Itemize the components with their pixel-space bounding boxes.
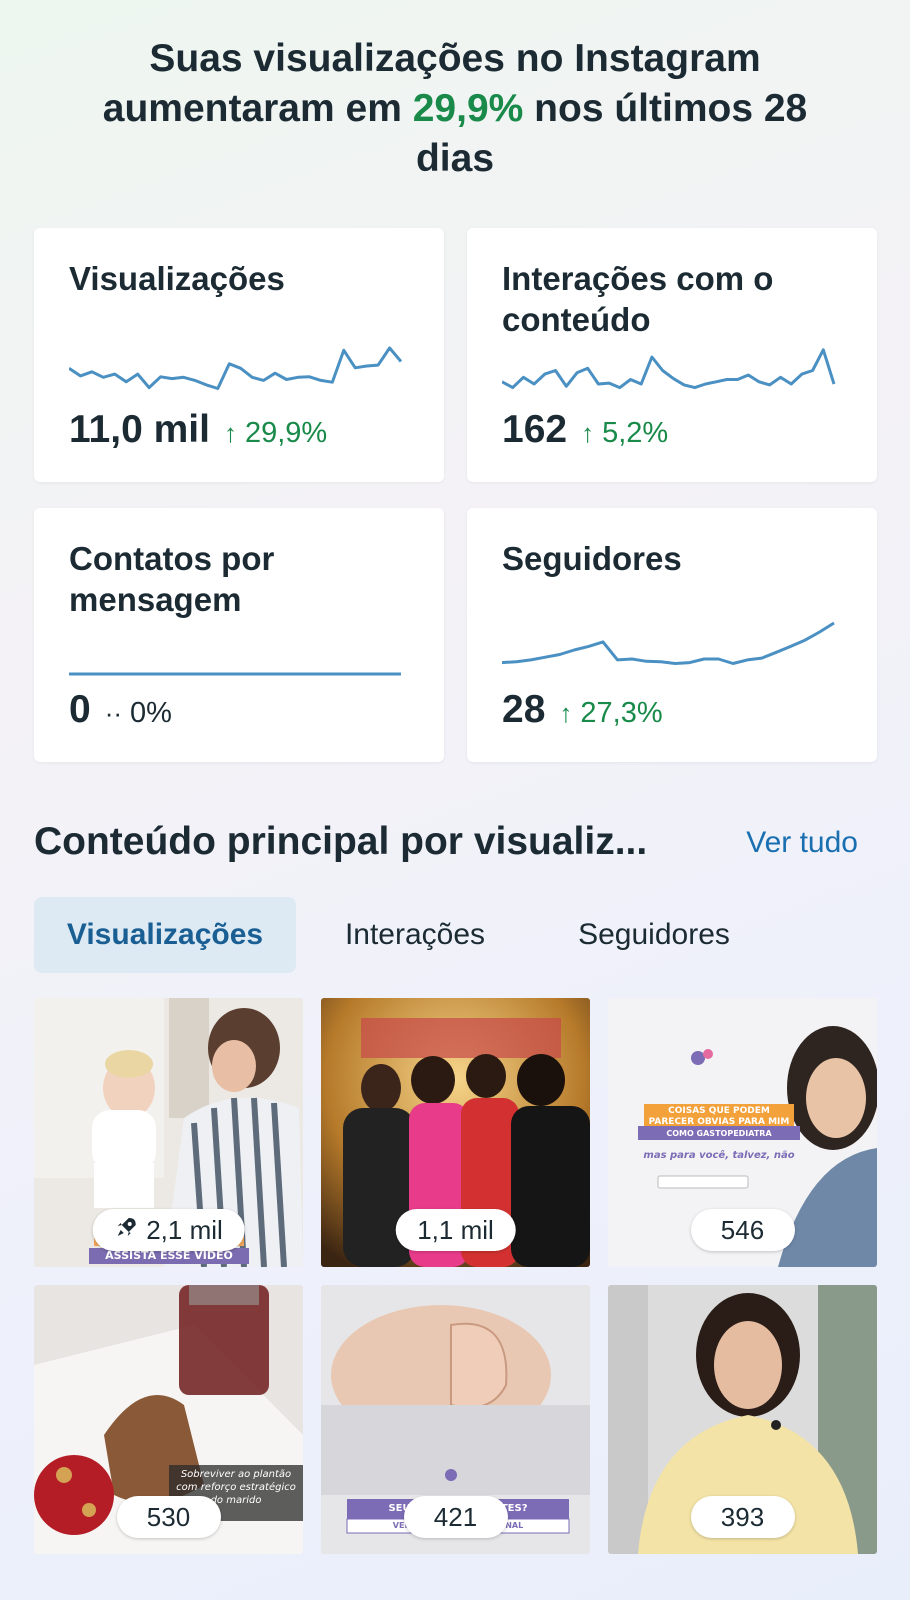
metric-change: ↑ 27,3% (559, 697, 662, 730)
headline: Suas visualizações no Instagram aumentar… (40, 34, 870, 184)
card-metric: 11,0 mil ↑ 29,9% (69, 408, 327, 452)
post-overlay-line: Sobreviver ao plantão (180, 1469, 292, 1480)
metric-value: 0 (69, 688, 91, 731)
metric-change: ·· 0% (105, 697, 172, 730)
views-pill: 2,1 mil (92, 1209, 245, 1251)
card-metric: 162 ↑ 5,2% (502, 408, 668, 452)
post-thumbnail[interactable]: COISAS QUE PODEM PARECER OBVIAS PARA MIM… (608, 998, 877, 1267)
headline-suffix: nos últimos 28 (534, 87, 808, 130)
post-overlay-line: COISAS QUE PODEM (668, 1106, 770, 1116)
views-pill: 1,1 mil (395, 1209, 516, 1251)
headline-line2: aumentaram em 29,9% nos últimos 28 (40, 84, 870, 134)
change-percent: 27,3% (580, 697, 663, 729)
post-thumbnail[interactable]: 1,1 mil (321, 998, 590, 1267)
post-thumbnail[interactable]: SEU FILHO ... O FORTES? VEM SABER ... A … (321, 1285, 590, 1554)
views-pill: 421 (403, 1496, 508, 1538)
change-percent: 29,9% (244, 417, 328, 449)
views-pill: 530 (116, 1496, 221, 1538)
arrow-up-icon: ↑ (559, 698, 573, 728)
views-pill: 393 (690, 1496, 795, 1538)
post-overlay-line: com reforço estratégico (176, 1482, 296, 1493)
metric-value: 162 (502, 408, 568, 451)
headline-line1: Suas visualizações no Instagram (149, 37, 761, 80)
tab-followers[interactable]: Seguidores (534, 897, 774, 973)
metric-value: 28 (502, 688, 546, 731)
rocket-icon (114, 1215, 138, 1246)
arrow-up-icon: ↑ (223, 418, 237, 448)
views-count: 2,1 mil (146, 1214, 223, 1245)
card-message-contacts[interactable]: Contatos por mensagem 0 ·· 0% (34, 508, 444, 762)
tab-bar: Visualizações Interações Seguidores (34, 897, 774, 973)
see-all-link[interactable]: Ver tudo (746, 826, 858, 860)
arrow-up-icon: ↑ (581, 418, 595, 448)
change-percent: 5,2% (602, 417, 669, 449)
tab-interactions[interactable]: Interações (296, 897, 534, 973)
headline-prefix: aumentaram em (102, 87, 402, 130)
metric-change: ↑ 29,9% (224, 417, 327, 450)
views-pill: 546 (690, 1209, 795, 1251)
section-title: Conteúdo principal por visualiz... (34, 820, 648, 863)
card-views[interactable]: Visualizações 11,0 mil ↑ 29,9% (34, 228, 444, 482)
post-overlay-line: COMO GASTOPEDIATRA (666, 1129, 772, 1138)
card-metric: 0 ·· 0% (69, 688, 172, 732)
post-overlay-sub: mas para você, talvez, não (643, 1150, 795, 1161)
headline-line3: dias (415, 137, 495, 180)
metric-value: 11,0 mil (69, 408, 210, 451)
post-thumbnail[interactable]: ASSISTA ESSE VÍDEO VOC... ...AR? 2,1 mil (34, 998, 303, 1267)
post-overlay-line: PARECER OBVIAS PARA MIM (648, 1117, 790, 1127)
views-count: 530 (146, 1501, 191, 1532)
tab-views[interactable]: Visualizações (34, 897, 296, 973)
sparkline-path (69, 346, 403, 390)
views-count: 1,1 mil (417, 1214, 494, 1245)
card-metric: 28 ↑ 27,3% (502, 688, 663, 732)
views-count: 546 (720, 1214, 765, 1245)
metric-change: ↑ 5,2% (581, 417, 668, 450)
card-interactions[interactable]: Interações com o conteúdo 162 ↑ 5,2% (467, 228, 877, 482)
headline-percent: 29,9% (412, 87, 524, 130)
change-percent: 0% (130, 697, 172, 729)
views-count: 393 (720, 1501, 765, 1532)
views-count: 421 (433, 1501, 478, 1532)
dots-icon: ·· (104, 698, 123, 728)
card-followers[interactable]: Seguidores 28 ↑ 27,3% (467, 508, 877, 762)
post-thumbnail[interactable]: 393 (608, 1285, 877, 1554)
sparkline-path (502, 621, 835, 665)
sparkline-path (502, 348, 836, 390)
post-thumbnail[interactable]: Sobreviver ao plantão com reforço estrat… (34, 1285, 303, 1554)
